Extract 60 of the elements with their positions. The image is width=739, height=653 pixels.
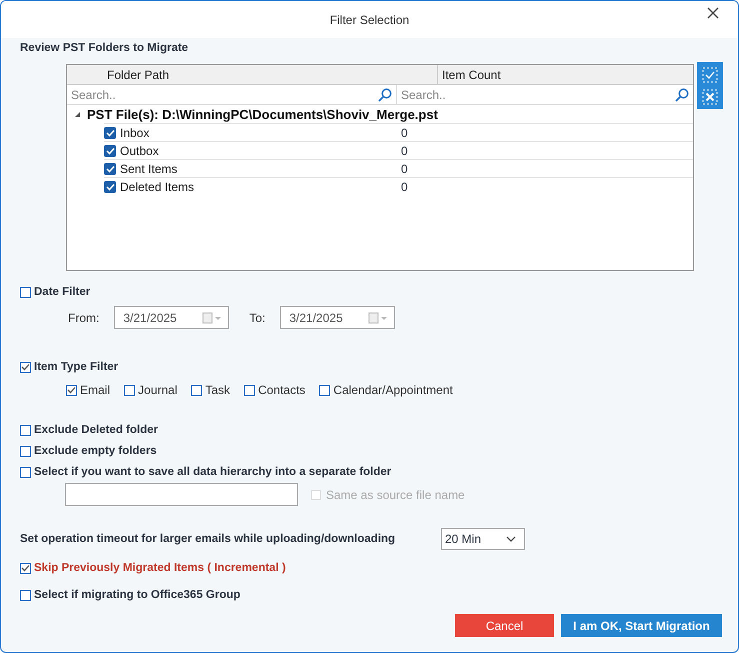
office365-label: Select if migrating to Office365 Group: [34, 589, 240, 601]
folder-name-field[interactable]: [65, 483, 298, 506]
option-checkbox[interactable]: [20, 424, 31, 436]
timeout-dropdown[interactable]: 20 Min: [441, 528, 525, 550]
item-type-label: Calendar/Appointment: [333, 383, 453, 397]
deselect-all-button[interactable]: [700, 87, 720, 106]
folder-name: Inbox: [120, 126, 150, 140]
item-type-checkbox[interactable]: [191, 384, 202, 396]
window-title: Filter Selection: [330, 12, 410, 26]
folder-name: Deleted Items: [120, 180, 194, 194]
skip-incremental-checkbox[interactable]: [20, 562, 31, 574]
close-icon[interactable]: [707, 7, 719, 19]
item-type-label: Journal: [138, 383, 178, 397]
section-label: Review PST Folders to Migrate: [20, 42, 190, 54]
item-type-filter-label: Item Type Filter: [34, 361, 118, 373]
timeout-label: Set operation timeout for larger emails while uploading/downloading: [20, 533, 396, 545]
date-filter-label: Date Filter: [34, 286, 90, 298]
column-header[interactable]: Item Count: [438, 65, 693, 84]
date-filter-checkbox[interactable]: [20, 286, 31, 298]
option-label: Exclude Deleted folder: [34, 424, 158, 436]
item-type-filter-checkbox[interactable]: [20, 362, 31, 372]
item-type-checkbox[interactable]: [124, 384, 136, 396]
folder-name: Outbox: [120, 144, 159, 158]
start-migration-button[interactable]: I am OK, Start Migration: [561, 614, 722, 637]
item-count: 0: [401, 126, 408, 140]
from-label: From:: [68, 310, 100, 324]
item-type-label: Task: [205, 383, 230, 397]
item-count: 0: [401, 144, 408, 158]
item-count: 0: [401, 162, 408, 176]
to-date-field[interactable]: 3/21/2025: [280, 306, 396, 329]
option-checkbox[interactable]: [20, 466, 31, 478]
folder-checkbox[interactable]: [104, 126, 116, 138]
search-icon[interactable]: [378, 88, 392, 102]
item-type-label: Email: [80, 383, 110, 397]
item-type-checkbox[interactable]: [66, 384, 77, 396]
office365-checkbox[interactable]: [20, 590, 31, 600]
chevron-down-icon[interactable]: [506, 536, 516, 542]
item-type-label: Contacts: [258, 383, 306, 397]
expand-arrow-icon[interactable]: [74, 110, 81, 118]
skip-incremental-label: Skip Previously Migrated Items ( Incremental ): [34, 562, 286, 574]
folder-name: Sent Items: [120, 162, 178, 176]
item-count: 0: [401, 180, 408, 194]
same-as-source-label: Same as source file name: [326, 488, 465, 502]
to-label: To:: [249, 310, 266, 324]
cancel-button[interactable]: Cancel: [455, 614, 554, 637]
item-type-checkbox[interactable]: [244, 384, 256, 396]
search-field[interactable]: Search..: [71, 88, 378, 102]
option-checkbox[interactable]: [20, 446, 31, 456]
select-all-button[interactable]: [700, 65, 720, 84]
item-type-checkbox[interactable]: [319, 384, 330, 396]
pst-file-label: PST File(s): D:\WinningPC\Documents\Shoviv_Merge.pst: [87, 106, 438, 122]
option-label: Exclude empty folders: [34, 445, 157, 457]
column-header[interactable]: Folder Path: [67, 65, 438, 84]
from-date-field[interactable]: 3/21/2025: [114, 306, 230, 329]
folder-checkbox[interactable]: [104, 162, 116, 174]
search-icon[interactable]: [675, 88, 689, 102]
option-label: Select if you want to save all data hierarchy into a separate folder: [34, 466, 392, 478]
search-field[interactable]: Search..: [401, 88, 675, 102]
folder-checkbox[interactable]: [104, 180, 116, 192]
folder-checkbox[interactable]: [104, 144, 116, 156]
